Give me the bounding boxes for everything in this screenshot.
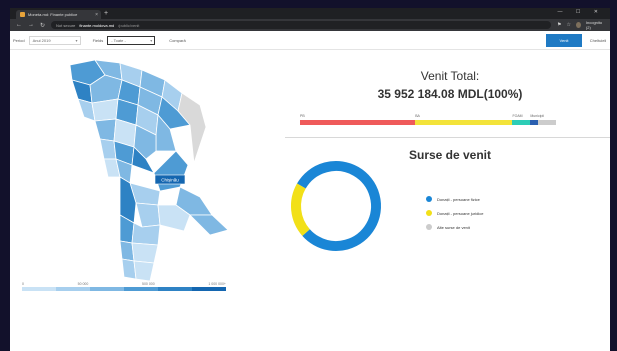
filter-bar: Period Anul 2019 ▾ Fields - Toate - ▾ Co… bbox=[10, 31, 610, 50]
legend-dot-icon bbox=[426, 210, 432, 216]
legend-swatch bbox=[158, 287, 192, 291]
desktop-edge bbox=[0, 31, 10, 351]
avatar[interactable] bbox=[576, 22, 581, 28]
compare-link[interactable]: Compară bbox=[169, 38, 185, 43]
fields-value: - Toate - bbox=[111, 37, 126, 43]
address-bar-row: ← → ↻ Not secure finante.moldova.md /pub… bbox=[10, 19, 610, 31]
period-value: Anul 2019 bbox=[32, 37, 51, 43]
window-controls[interactable]: — ☐ ✕ bbox=[558, 9, 604, 15]
map-region[interactable] bbox=[91, 98, 119, 122]
stack-label: PB bbox=[300, 114, 305, 118]
chevron-down-icon: ▾ bbox=[150, 37, 153, 43]
legend-item[interactable]: Donații - persoane fizice bbox=[426, 192, 483, 206]
back-icon[interactable]: ← bbox=[16, 22, 22, 28]
legend-swatch bbox=[22, 287, 56, 291]
legend-tick: 50 000 bbox=[77, 282, 89, 286]
venit-total: 35 952 184.08 MDL(100%) bbox=[377, 87, 523, 101]
sources-legend: Donații - persoane fizice Donații - perso… bbox=[426, 192, 483, 234]
venit-title: Venit Total: bbox=[420, 69, 480, 83]
fields-select[interactable]: - Toate - ▾ bbox=[107, 35, 156, 45]
donut-slice[interactable] bbox=[288, 158, 384, 254]
legend-label: Donații - persoane fizice bbox=[437, 196, 480, 202]
new-tab-button[interactable]: + bbox=[104, 10, 108, 17]
legend-swatch bbox=[192, 287, 226, 291]
forward-icon[interactable]: → bbox=[28, 22, 34, 28]
stack-label: BA bbox=[415, 114, 420, 118]
legend-swatch bbox=[124, 287, 158, 291]
legend-swatch bbox=[90, 287, 124, 291]
chevron-down-icon: ▾ bbox=[75, 37, 78, 43]
stack-label: FOAM bbox=[512, 114, 523, 118]
legend-label: Donații - persoane juridice bbox=[437, 210, 484, 216]
stack-segment[interactable] bbox=[530, 120, 539, 125]
browser-tab-bar: Moneta.md: Finante publice × + — ☐ ✕ bbox=[10, 8, 610, 19]
star-icon[interactable]: ☆ bbox=[567, 22, 571, 28]
legend-label: Alte surse de venit bbox=[437, 224, 470, 230]
map-region-nodata[interactable] bbox=[177, 92, 207, 164]
legend-tick: 1 000 000+ bbox=[208, 282, 226, 286]
stack-segment[interactable] bbox=[300, 120, 416, 125]
extensions-icon[interactable]: ⚑ bbox=[557, 22, 561, 28]
map-region[interactable] bbox=[135, 202, 161, 228]
venit-button[interactable]: Venit bbox=[546, 34, 582, 47]
tab-title: Moneta.md: Finante publice bbox=[28, 12, 78, 17]
map-region[interactable] bbox=[189, 214, 229, 236]
period-select[interactable]: Anul 2019 ▾ bbox=[28, 35, 81, 45]
map-legend: 0 50 000 500 000 1 000 000+ bbox=[22, 282, 226, 291]
legend-swatch bbox=[56, 287, 90, 291]
map-region[interactable] bbox=[131, 242, 159, 264]
legend-dot-icon bbox=[426, 196, 432, 202]
browser-tab[interactable]: Moneta.md: Finante publice × bbox=[16, 10, 101, 19]
url-host: finante.moldova.md bbox=[79, 22, 115, 28]
period-label: Period bbox=[13, 37, 25, 43]
legend-tick: 0 bbox=[22, 282, 24, 286]
url-path: /public/venit bbox=[118, 22, 140, 28]
legend-dot-icon bbox=[426, 224, 432, 230]
map-region[interactable] bbox=[99, 138, 117, 160]
sources-donut-chart[interactable] bbox=[288, 158, 384, 254]
stack-segment[interactable] bbox=[512, 120, 531, 125]
stack-label: Municipii bbox=[530, 114, 545, 118]
legend-tick: 500 000 bbox=[142, 282, 155, 286]
favicon-icon bbox=[20, 12, 25, 17]
map-tooltip-text: Chișinău bbox=[161, 178, 179, 183]
revenue-stack-bar[interactable] bbox=[300, 120, 556, 125]
map-region[interactable] bbox=[133, 260, 155, 282]
url-field[interactable]: Not secure finante.moldova.md /public/ve… bbox=[51, 21, 552, 29]
profile-label[interactable]: Incognito (2) bbox=[586, 20, 604, 30]
stack-segment[interactable] bbox=[538, 120, 556, 125]
stack-labels: PB BA FOAM Municipii bbox=[300, 114, 556, 119]
security-indicator[interactable]: Not secure bbox=[56, 23, 75, 28]
divider bbox=[285, 137, 610, 138]
map-region[interactable] bbox=[131, 222, 161, 246]
donut-slice[interactable] bbox=[288, 158, 384, 254]
legend-item[interactable]: Alte surse de venit bbox=[426, 220, 483, 234]
close-tab-icon[interactable]: × bbox=[95, 12, 101, 18]
page-content: Period Anul 2019 ▾ Fields - Toate - ▾ Co… bbox=[10, 31, 610, 351]
fields-label: Fields bbox=[92, 37, 104, 43]
map-region[interactable] bbox=[153, 150, 189, 192]
reload-icon[interactable]: ↻ bbox=[40, 22, 45, 29]
moldova-map[interactable]: Chișinău bbox=[50, 55, 250, 290]
stack-segment[interactable] bbox=[415, 120, 513, 125]
cheltuieli-button[interactable]: Cheltuieli bbox=[586, 34, 610, 47]
legend-item[interactable]: Donații - persoane juridice bbox=[426, 206, 483, 220]
map-region[interactable] bbox=[94, 118, 117, 142]
